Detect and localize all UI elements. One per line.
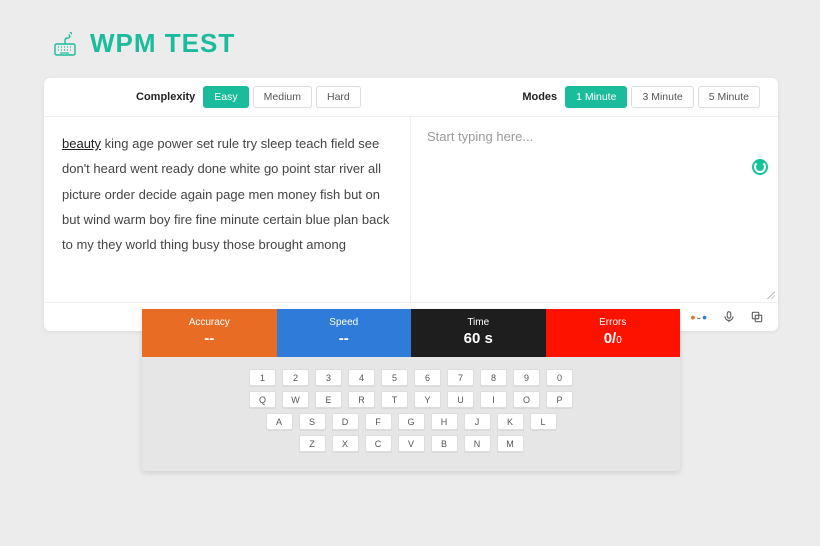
- key-j[interactable]: J: [464, 413, 491, 430]
- key-4[interactable]: 4: [348, 369, 375, 386]
- mode-1-minute[interactable]: 1 Minute: [565, 86, 627, 108]
- current-word: beauty: [62, 136, 101, 151]
- key-t[interactable]: T: [381, 391, 408, 408]
- resize-handle-icon[interactable]: [765, 289, 775, 299]
- modes-label: Modes: [522, 91, 557, 103]
- key-w[interactable]: W: [282, 391, 309, 408]
- key-k[interactable]: K: [497, 413, 524, 430]
- key-1[interactable]: 1: [249, 369, 276, 386]
- stats-card: Accuracy -- Speed -- Time 60 s Errors 0/…: [142, 309, 680, 471]
- microphone-icon[interactable]: [722, 310, 736, 324]
- key-l[interactable]: L: [530, 413, 557, 430]
- key-q[interactable]: Q: [249, 391, 276, 408]
- key-c[interactable]: C: [365, 435, 392, 452]
- key-h[interactable]: H: [431, 413, 458, 430]
- key-x[interactable]: X: [332, 435, 359, 452]
- typing-input[interactable]: [411, 117, 778, 302]
- grammarly-icon[interactable]: [752, 159, 768, 175]
- toolbar: Complexity EasyMediumHard Modes 1 Minute…: [44, 78, 778, 117]
- key-d[interactable]: D: [332, 413, 359, 430]
- key-6[interactable]: 6: [414, 369, 441, 386]
- key-r[interactable]: R: [348, 391, 375, 408]
- app-title: WPM TEST: [90, 28, 235, 59]
- key-0[interactable]: 0: [546, 369, 573, 386]
- sample-text: beauty king age power set rule try sleep…: [44, 117, 411, 302]
- key-9[interactable]: 9: [513, 369, 540, 386]
- key-n[interactable]: N: [464, 435, 491, 452]
- complexity-medium[interactable]: Medium: [253, 86, 312, 108]
- dot-indicators: •-•: [691, 309, 708, 325]
- copy-icon[interactable]: [750, 310, 764, 324]
- key-u[interactable]: U: [447, 391, 474, 408]
- mode-5-minute[interactable]: 5 Minute: [698, 86, 760, 108]
- stat-errors: Errors 0/0: [546, 309, 681, 357]
- stat-speed: Speed --: [277, 309, 412, 357]
- key-3[interactable]: 3: [315, 369, 342, 386]
- complexity-label: Complexity: [136, 91, 195, 103]
- key-a[interactable]: A: [266, 413, 293, 430]
- key-7[interactable]: 7: [447, 369, 474, 386]
- key-8[interactable]: 8: [480, 369, 507, 386]
- key-i[interactable]: I: [480, 391, 507, 408]
- virtual-keyboard: 1234567890 QWERTYUIOP ASDFGHJKL ZXCVBNM: [142, 357, 680, 459]
- key-f[interactable]: F: [365, 413, 392, 430]
- test-card: Complexity EasyMediumHard Modes 1 Minute…: [44, 78, 778, 331]
- complexity-easy[interactable]: Easy: [203, 86, 248, 108]
- key-p[interactable]: P: [546, 391, 573, 408]
- key-e[interactable]: E: [315, 391, 342, 408]
- keyboard-icon: [54, 31, 80, 57]
- key-b[interactable]: B: [431, 435, 458, 452]
- key-s[interactable]: S: [299, 413, 326, 430]
- key-g[interactable]: G: [398, 413, 425, 430]
- key-y[interactable]: Y: [414, 391, 441, 408]
- stat-accuracy: Accuracy --: [142, 309, 277, 357]
- complexity-hard[interactable]: Hard: [316, 86, 361, 108]
- key-o[interactable]: O: [513, 391, 540, 408]
- mode-3-minute[interactable]: 3 Minute: [631, 86, 693, 108]
- key-m[interactable]: M: [497, 435, 524, 452]
- key-2[interactable]: 2: [282, 369, 309, 386]
- key-5[interactable]: 5: [381, 369, 408, 386]
- key-z[interactable]: Z: [299, 435, 326, 452]
- key-v[interactable]: V: [398, 435, 425, 452]
- remaining-text: king age power set rule try sleep teach …: [62, 136, 389, 252]
- app-logo: WPM TEST: [54, 28, 235, 59]
- stat-time: Time 60 s: [411, 309, 546, 357]
